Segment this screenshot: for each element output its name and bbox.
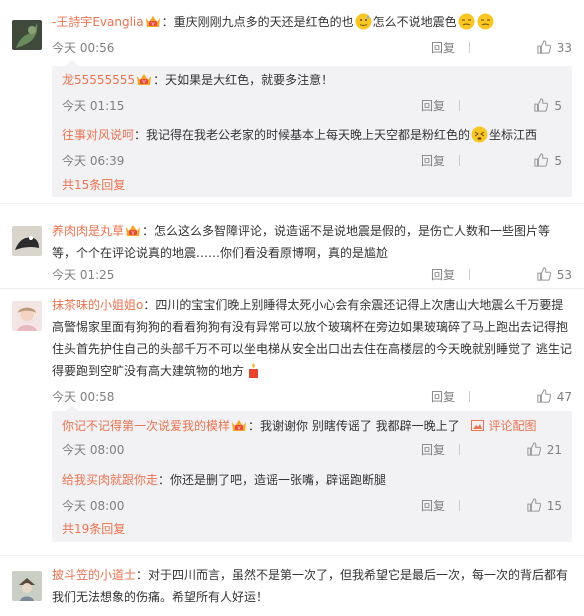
reply-time: 今天 01:15 [62, 99, 125, 113]
reply-button[interactable]: 回复 [431, 265, 484, 285]
thumbs-up-icon [537, 40, 551, 54]
comment-item: 披斗笠的小道士：对于四川而言，虽然不是第一次了，但我希望它是最后一次，每一次的背… [0, 556, 584, 616]
comment-text: -王詩宇Evanglia ：重庆刚刚九点多的天还是红色的也 怎么不说地震色 [52, 11, 572, 33]
like-button[interactable]: 47 [537, 387, 572, 407]
reply-button[interactable]: 回复 [421, 496, 474, 516]
reply-box: 龙55555555 ：天如果是大红色，就要多注意！ 今天 01:15 回复 5 往… [52, 60, 572, 197]
reply-username[interactable]: 给我买肉就跟你走 [62, 473, 158, 487]
like-count: 21 [546, 443, 562, 457]
reply-box: 你记不记得第一次说爱我的模样 ：我谢谢你 别瞎传谣了 我都辟一晚上了 评论配图 今… [52, 405, 572, 542]
comment-text: 披斗笠的小道士：对于四川而言，虽然不是第一次了，但我希望它是最后一次，每一次的背… [52, 564, 572, 608]
like-count: 15 [546, 499, 562, 513]
comment-text: 抹茶味的小姐姐o：四川的宝宝们晚上别睡得太死小心会有余震还记得上次唐山大地震么千… [52, 294, 572, 382]
vip-badge-icon [145, 15, 161, 28]
reply-content: ：我谢谢你 别瞎传谣了 我都辟一晚上了 [248, 419, 460, 433]
reply-content: ：你还是删了吧，造谣一张嘴，辟谣跑断腿 [158, 473, 387, 487]
comment-username[interactable]: -王詩宇Evanglia [52, 15, 144, 29]
reply-username[interactable]: 你记不记得第一次说爱我的模样 [62, 419, 230, 433]
comment-item: 抹茶味的小姐姐o：四川的宝宝们晚上别睡得太死小心会有余震还记得上次唐山大地震么千… [0, 289, 584, 556]
reply-content: ：我记得在我老公老家的时候基本上每天晚上天空都是粉红色的 [134, 128, 471, 142]
comment-item: -王詩宇Evanglia ：重庆刚刚九点多的天还是红色的也 怎么不说地震色 今天 0… [0, 0, 584, 204]
thumbs-up-icon [534, 98, 548, 112]
comment-time: 今天 01:25 [52, 268, 115, 282]
like-count: 47 [556, 390, 572, 404]
vip-badge-icon [125, 224, 141, 237]
like-count: 5 [554, 154, 562, 168]
more-replies-link[interactable]: 共19条回复 [62, 520, 125, 537]
avatar[interactable] [12, 301, 42, 331]
like-count: 33 [556, 41, 572, 55]
reply-button[interactable]: 回复 [421, 96, 474, 116]
comment-time: 今天 00:58 [52, 390, 115, 404]
reply-button[interactable]: 回复 [421, 440, 474, 460]
vip-badge-icon [231, 419, 247, 432]
reply-content: ：天如果是大红色，就要多注意！ [153, 73, 334, 87]
cry-emoji-icon [458, 13, 475, 30]
reply-text: 龙55555555 ：天如果是大红色，就要多注意！ [62, 69, 562, 91]
thumbs-up-icon [527, 498, 541, 512]
like-button[interactable]: 21 [527, 440, 562, 460]
reply-username[interactable]: 往事对风说呵 [62, 128, 134, 142]
thumbs-up-icon [537, 389, 551, 403]
reply-button[interactable]: 回复 [431, 387, 484, 407]
comment-username[interactable]: 养肉肉是丸草 [52, 224, 124, 238]
image-icon [471, 420, 485, 431]
vip-badge-icon [136, 73, 152, 86]
dizzy-emoji-icon [471, 126, 488, 143]
divider [469, 42, 470, 53]
like-button[interactable]: 33 [537, 38, 572, 58]
comment-username[interactable]: 披斗笠的小道士 [52, 568, 136, 582]
reply-time: 今天 08:00 [62, 443, 125, 457]
thumbs-up-icon [527, 442, 541, 456]
candle-emoji-icon [249, 363, 259, 378]
reply-button[interactable]: 回复 [431, 38, 484, 58]
like-count: 5 [554, 99, 562, 113]
avatar[interactable] [12, 571, 42, 601]
reply-text: 你记不记得第一次说爱我的模样 ：我谢谢你 别瞎传谣了 我都辟一晚上了 评论配图 [62, 415, 562, 437]
sweat-emoji-icon [355, 13, 372, 30]
comment-username[interactable]: 抹茶味的小姐姐o [52, 298, 143, 312]
cry-emoji-icon [477, 13, 494, 30]
like-button[interactable]: 5 [534, 96, 562, 116]
reply-text: 给我买肉就跟你走：你还是删了吧，造谣一张嘴，辟谣跑断腿 [62, 469, 562, 491]
avatar[interactable] [12, 20, 42, 50]
more-replies-link[interactable]: 共15条回复 [62, 176, 125, 193]
like-button[interactable]: 53 [537, 265, 572, 285]
thumbs-up-icon [537, 267, 551, 281]
reply-button[interactable]: 回复 [421, 151, 474, 171]
reply-content: 坐标江西 [489, 128, 538, 142]
reply-time: 今天 08:00 [62, 499, 125, 513]
avatar[interactable] [12, 226, 42, 256]
reply-username[interactable]: 龙55555555 [62, 73, 135, 87]
like-button[interactable]: 15 [527, 496, 562, 516]
comment-time: 今天 00:56 [52, 41, 115, 55]
reply-time: 今天 06:39 [62, 154, 125, 168]
like-count: 53 [556, 268, 572, 282]
thumbs-up-icon [534, 153, 548, 167]
comment-text: 养肉肉是丸草 ：怎么这么多智障评论，说造谣不是说地震是假的，是伤亡人数和一些图片等… [52, 220, 572, 264]
comment-content: ：重庆刚刚九点多的天还是红色的也 [161, 15, 354, 29]
comment-image-link[interactable]: 评论配图 [471, 419, 537, 433]
reply-text: 往事对风说呵：我记得在我老公老家的时候基本上每天晚上天空都是粉红色的 坐标江西 [62, 124, 562, 146]
like-button[interactable]: 5 [534, 151, 562, 171]
comment-content: 怎么不说地震色 [372, 15, 457, 29]
comment-item: 养肉肉是丸草 ：怎么这么多智障评论，说造谣不是说地震是假的，是伤亡人数和一些图片等… [0, 204, 584, 289]
